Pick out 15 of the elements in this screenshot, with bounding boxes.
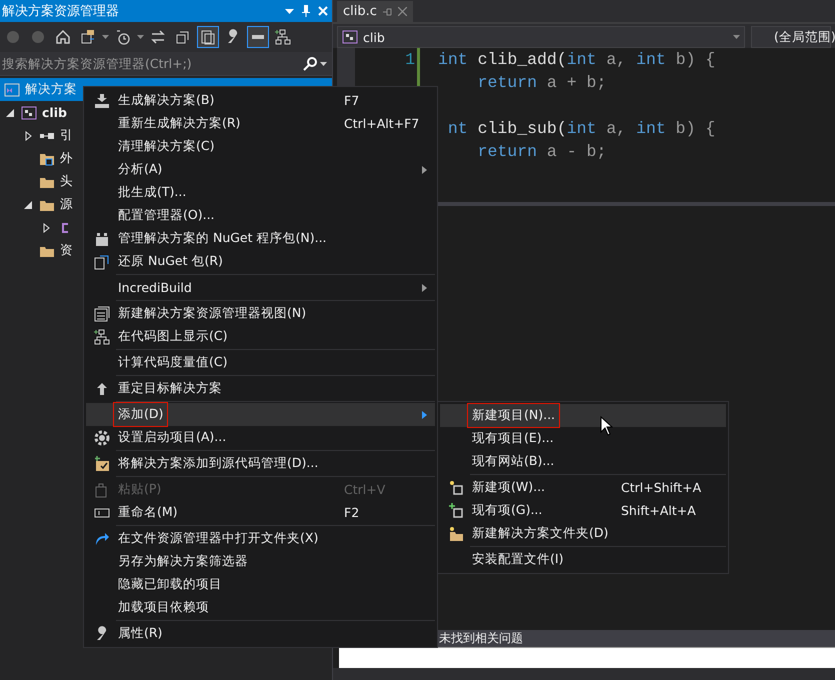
code-line: nt clib_sub(int a, int b) { — [448, 119, 716, 138]
status-text: 未找到相关问题 — [439, 630, 523, 647]
code-line: return a - b; — [476, 142, 606, 161]
tree-label: 外 — [60, 150, 73, 167]
tree-label: 源 — [60, 196, 73, 213]
tree-label: clib — [42, 105, 67, 120]
tree-label: 解决方案 — [25, 81, 77, 98]
tree-label: 头 — [60, 173, 73, 190]
tree-label: 引 — [60, 127, 73, 144]
panel-title: 解决方案资源管理器 — [2, 3, 120, 20]
tab-label: clib.c — [343, 4, 377, 19]
code-line: int clib_add(int a, int b) { — [438, 50, 716, 69]
code-line: return a + b; — [476, 73, 606, 92]
line-number: 1 — [405, 50, 415, 69]
tree-label: 资 — [60, 242, 73, 259]
